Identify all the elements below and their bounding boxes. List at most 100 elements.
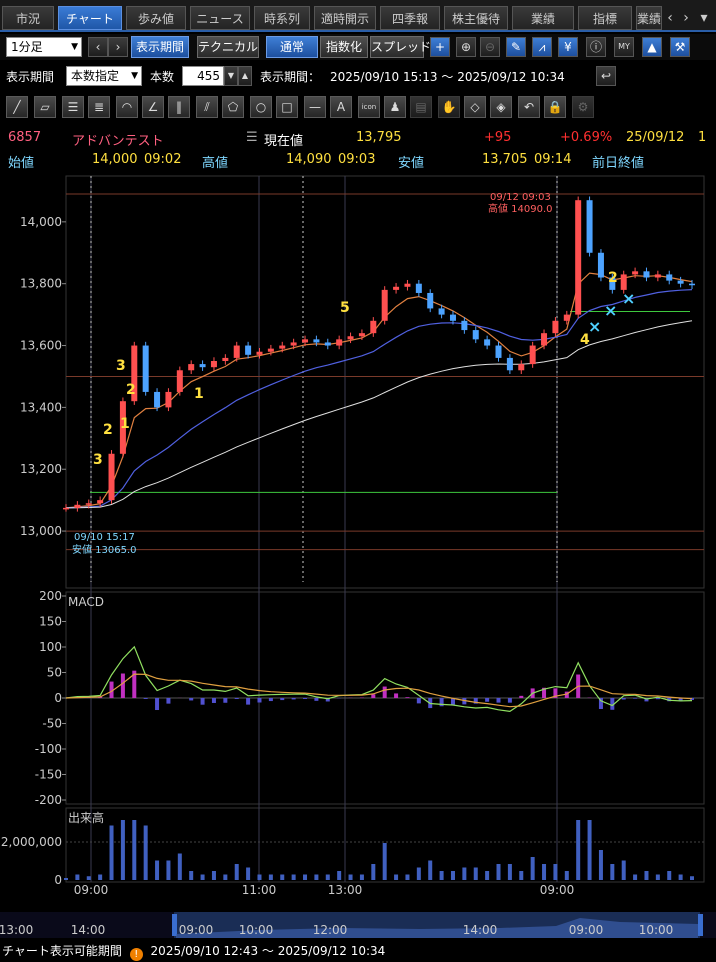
low-label: 安値 — [398, 156, 425, 171]
volume-bar — [155, 860, 160, 880]
tab-timeseries[interactable]: 時系列 — [254, 6, 310, 30]
line-tool-icon[interactable]: ╱ — [6, 96, 28, 118]
tab-bar: 市況 チャート 歩み値 ニュース 時系列 適時開示 四季報 株主優待 業績 指標… — [0, 0, 716, 32]
macd-histogram-bar — [314, 698, 319, 701]
candle-body — [336, 339, 343, 346]
gear-icon[interactable]: ⚙ — [572, 96, 594, 118]
volume-bar — [473, 867, 478, 880]
candle-body — [199, 364, 206, 368]
text-tool-icon[interactable]: A — [330, 96, 352, 118]
candle-body — [97, 500, 104, 504]
eraser-tool-icon[interactable]: ◇ — [464, 96, 486, 118]
tab-results[interactable]: 業績 — [512, 6, 574, 30]
volume-bar — [542, 864, 547, 880]
tab-prev-arrow[interactable]: ‹ — [664, 8, 676, 28]
chart-background — [0, 172, 716, 940]
technical-button[interactable]: テクニカル — [197, 36, 259, 58]
pentagon-tool-icon[interactable]: ⬠ — [222, 96, 244, 118]
count-input[interactable]: 455 — [182, 66, 224, 86]
tab-shikiho[interactable]: 四季報 — [380, 6, 440, 30]
volume-bar — [223, 874, 228, 880]
volume-bar — [166, 860, 171, 880]
rect-tool-icon[interactable]: □ — [276, 96, 298, 118]
hline-tool-icon[interactable]: — — [304, 96, 326, 118]
price-chart[interactable]: 14,20014,00013,80013,60013,40013,20013,0… — [0, 172, 716, 940]
angle-tool-icon[interactable]: ∠ — [142, 96, 164, 118]
candle-body — [347, 336, 354, 340]
icon-tool-icon[interactable]: icon — [358, 96, 380, 118]
volume-bar — [257, 874, 262, 880]
tab-disclosure[interactable]: 適時開示 — [314, 6, 376, 30]
info-icon[interactable]: ⓘ — [586, 37, 606, 57]
chevron-down-icon: ▼ — [131, 71, 138, 81]
spread-button[interactable]: スプレッド — [370, 36, 431, 58]
candle-body — [74, 504, 81, 508]
ruler-tool-icon[interactable]: ▱ — [34, 96, 56, 118]
low-annotation-sub: 安値 13065.0 — [72, 543, 137, 556]
zoom-in-icon[interactable]: ⊕ — [456, 37, 476, 57]
tab-benefit[interactable]: 株主優待 — [444, 6, 508, 30]
circle-tool-icon[interactable]: ○ — [250, 96, 272, 118]
volume-bar — [64, 878, 68, 880]
candle-body — [654, 274, 661, 278]
macd-tick-label: -50 — [42, 717, 62, 731]
pencil-icon[interactable]: ✎ — [506, 37, 526, 57]
period-button[interactable]: 表示期間 — [131, 36, 189, 58]
tab-results-2[interactable]: 業績 — [636, 6, 662, 30]
wave-icon[interactable]: ⩘ — [532, 37, 552, 57]
index-button[interactable]: 指数化 — [320, 36, 368, 58]
tab-chart[interactable]: チャート — [58, 6, 122, 30]
macd-tick-label: -150 — [35, 768, 62, 782]
stamp-tool-icon[interactable]: ♟ — [384, 96, 406, 118]
volume-bar — [348, 874, 353, 880]
hlines-tool-icon[interactable]: ☰ — [62, 96, 84, 118]
list-icon[interactable]: ☰ — [246, 130, 258, 145]
undo-tool-icon[interactable]: ↶ — [518, 96, 540, 118]
my-icon[interactable]: MY — [614, 37, 634, 57]
vlines-tool-icon[interactable]: ‖ — [168, 96, 190, 118]
volume-bar — [633, 874, 638, 880]
count-down-icon[interactable]: ▼ — [224, 66, 238, 86]
period-mode-select[interactable]: 本数指定 ▼ — [66, 66, 142, 86]
price-tick-label: 14,000 — [20, 215, 62, 229]
volume-bar — [485, 871, 490, 880]
interval-select[interactable]: 1分足 ▼ — [6, 37, 82, 57]
eraser2-tool-icon[interactable]: ◈ — [490, 96, 512, 118]
candle-body — [484, 339, 491, 346]
next-interval-button[interactable]: › — [108, 37, 128, 57]
volume-bar — [314, 874, 319, 880]
yen-icon[interactable]: ¥ — [558, 37, 578, 57]
prev-interval-button[interactable]: ‹ — [88, 37, 108, 57]
lock-tool-icon[interactable]: 🔒 — [544, 96, 566, 118]
copy-tool-icon[interactable]: ▤ — [410, 96, 432, 118]
high-label: 高値 — [202, 156, 229, 171]
area-chart-icon[interactable]: ▲ — [642, 37, 662, 57]
tab-news[interactable]: ニュース — [190, 6, 250, 30]
volume-bar — [644, 871, 649, 880]
range-navigator[interactable]: 13:00 14:00 09:00 10:00 12:00 14:00 09:00 10:00 — [0, 912, 716, 938]
low-value: 13,705 — [482, 152, 528, 167]
wave-label: 2 — [608, 270, 618, 286]
tab-tick[interactable]: 歩み値 — [126, 6, 186, 30]
normal-button[interactable]: 通常 — [266, 36, 318, 58]
period-mode-value: 本数指定 — [71, 69, 120, 83]
tab-indicator[interactable]: 指標 — [578, 6, 632, 30]
count-up-icon[interactable]: ▲ — [238, 66, 252, 86]
tab-menu-icon[interactable]: ▾ — [698, 8, 710, 28]
fan-tool-icon[interactable]: ◠ — [116, 96, 138, 118]
chart-toolbar: 1分足 ▼ ‹ › 表示期間 テクニカル 通常 指数化 スプレッド + ⊕ ⊖ ✎… — [0, 34, 716, 60]
high-annotation: 09/12 09:03 — [490, 192, 551, 203]
crosshair-icon[interactable]: + — [430, 37, 450, 57]
zoom-out-icon[interactable]: ⊖ — [480, 37, 500, 57]
settings-wrench-icon[interactable]: ⚒ — [670, 37, 690, 57]
hlines2-tool-icon[interactable]: ≣ — [88, 96, 110, 118]
tab-market[interactable]: 市況 — [2, 6, 54, 30]
hand-tool-icon[interactable]: ✋ — [438, 96, 460, 118]
pitchfork-tool-icon[interactable]: ⫽ — [196, 96, 218, 118]
refresh-icon[interactable]: ↩ — [596, 66, 616, 86]
candle-body — [63, 507, 69, 510]
candle-body — [597, 252, 604, 278]
tab-next-arrow[interactable]: › — [680, 8, 692, 28]
candle-body — [541, 333, 548, 346]
macd-tick-label: 0 — [54, 691, 62, 705]
